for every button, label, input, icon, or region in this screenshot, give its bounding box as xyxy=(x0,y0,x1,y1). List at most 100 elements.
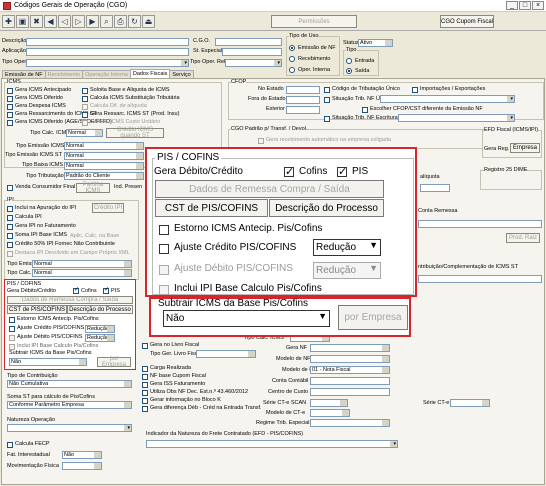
escolhe-cfop-checkbox[interactable] xyxy=(362,107,368,113)
gera-despesa-icms-checkbox[interactable] xyxy=(7,104,13,110)
calcula-dif-aliquota-checkbox[interactable] xyxy=(82,104,88,110)
sit-trib-nf-select[interactable]: ▾ xyxy=(380,95,515,103)
contribuicao-input[interactable] xyxy=(418,275,542,283)
centro-custo-input[interactable] xyxy=(310,388,390,396)
mini-ajuste-credito-select[interactable]: Redução xyxy=(85,325,115,333)
mini-estorno-checkbox[interactable] xyxy=(9,317,15,323)
prev-icon[interactable]: ◁ xyxy=(58,15,71,28)
cancel-icon[interactable]: ✖ xyxy=(30,15,43,28)
calcula-fecp-checkbox[interactable] xyxy=(7,442,13,448)
gera-bloco-checkbox[interactable] xyxy=(142,398,148,404)
destaca-ipi-checkbox[interactable] xyxy=(7,251,13,257)
soma-st-select[interactable]: Conforme Parâmetro Empresa xyxy=(7,401,132,409)
cofins-checkbox[interactable] xyxy=(284,165,294,178)
oper-interna-radio[interactable] xyxy=(289,67,295,73)
tipo-contrib-select[interactable]: Não Cumulativa xyxy=(7,380,132,388)
cgo-input[interactable] xyxy=(215,38,282,46)
permissoes-button[interactable]: Permissões xyxy=(271,15,357,28)
modelo-ct-select[interactable] xyxy=(310,409,350,417)
mini-pis-checkbox[interactable] xyxy=(103,287,109,294)
mini-cofins-checkbox[interactable] xyxy=(73,287,79,294)
mini-por-empresa-button[interactable]: por Empresa xyxy=(97,356,131,368)
ajuste-debito-checkbox[interactable] xyxy=(159,265,169,275)
tipo-tributacao-select[interactable]: Padrão do Cliente xyxy=(64,172,144,180)
estorno-checkbox[interactable] xyxy=(159,225,169,235)
tipo-emiss-ipi-select[interactable]: Normal xyxy=(32,260,132,268)
status-select[interactable]: Ativo xyxy=(358,39,393,47)
sit-trib-recup-select[interactable]: ▾ xyxy=(398,114,515,122)
entrada-radio[interactable] xyxy=(346,58,352,64)
cfop-no-estado-input[interactable] xyxy=(286,86,320,94)
gera-ressarcimento-checkbox[interactable] xyxy=(7,112,13,118)
venda-consumidor-checkbox[interactable] xyxy=(7,185,13,191)
calcula-ipi-checkbox[interactable] xyxy=(7,215,13,221)
soma-ipi-base-checkbox[interactable] xyxy=(7,233,13,239)
tipo-livro-select[interactable] xyxy=(196,350,256,358)
saida-radio[interactable] xyxy=(346,68,352,74)
inclui-ipi-checkbox[interactable] xyxy=(159,285,169,295)
close-button[interactable]: × xyxy=(532,1,544,10)
tipo-emissao-icms-select[interactable]: Normal xyxy=(64,142,144,150)
tipo-calc-icms-select[interactable]: Normal xyxy=(66,129,103,137)
tab-dados-fiscais[interactable]: Dados Fiscais xyxy=(129,69,171,78)
mini-ajuste-debito-checkbox[interactable] xyxy=(9,335,15,341)
import-export-checkbox[interactable] xyxy=(412,87,418,93)
tipo-oper-select[interactable]: ▾ xyxy=(26,59,189,67)
exit-icon[interactable]: ⏏ xyxy=(142,15,155,28)
sit-trib-nf-checkbox[interactable] xyxy=(324,97,330,103)
serie-ct-select[interactable] xyxy=(450,399,490,407)
fat-interestadual-select[interactable]: Não xyxy=(62,451,102,459)
tipo-baixa-icms-select[interactable]: Normal xyxy=(64,162,144,170)
gera-ipi-faturamento-checkbox[interactable] xyxy=(7,224,13,230)
cfop-exterior-input[interactable] xyxy=(286,106,320,114)
utiliza-obs-checkbox[interactable] xyxy=(142,390,148,396)
gera-icms-diferido-checkbox[interactable] xyxy=(7,96,13,102)
partilha-icms-button[interactable]: Partilha ICMS xyxy=(76,182,110,194)
recebimento-radio[interactable] xyxy=(289,56,295,62)
tipo-oper-rel-select[interactable]: ▾ xyxy=(225,59,282,67)
refresh-icon[interactable]: ↻ xyxy=(128,15,141,28)
dados-remessa-button[interactable]: Dados de Remessa Compra / Saída xyxy=(155,180,384,198)
nf-cupom-checkbox[interactable] xyxy=(142,374,148,380)
regime-select[interactable] xyxy=(310,419,390,427)
gera-icms-antecipado-checkbox[interactable] xyxy=(7,88,13,94)
calcula-icms-st-checkbox[interactable] xyxy=(82,96,88,102)
prod-raiz-button[interactable]: Prod. Raiz xyxy=(506,233,540,243)
print-icon[interactable]: ⎙ xyxy=(114,15,127,28)
modelo-nf-2-select[interactable] xyxy=(310,355,390,363)
inclui-apuracao-ipi-checkbox[interactable] xyxy=(7,206,13,212)
cgo-cupom-button[interactable]: CGO Cupom Fiscal xyxy=(440,15,494,28)
next-icon[interactable]: ▷ xyxy=(72,15,85,28)
indicador-select[interactable]: ▾ xyxy=(146,440,398,448)
maximize-button[interactable]: □ xyxy=(519,1,531,10)
ajuste-credito-checkbox[interactable] xyxy=(159,244,169,254)
codigo-tributacao-checkbox[interactable] xyxy=(324,87,330,93)
cst-pis-cofins-button[interactable]: CST de PIS/COFINS xyxy=(155,199,268,217)
last-icon[interactable]: ▶ xyxy=(86,15,99,28)
minimize-button[interactable]: _ xyxy=(506,1,518,10)
carga-realizada-checkbox[interactable] xyxy=(142,366,148,372)
aplicacao-input[interactable] xyxy=(26,48,189,56)
subtrair-icms-select[interactable]: Não ▼ xyxy=(163,310,330,327)
credito-50-checkbox[interactable] xyxy=(7,242,13,248)
mini-descricao-button[interactable]: Descrição do Processo xyxy=(67,305,133,314)
mini-dados-remessa-button[interactable]: Dados de Remessa Compra / Saída xyxy=(7,296,133,304)
save-icon[interactable]: ▣ xyxy=(16,15,29,28)
gera-receb-checkbox[interactable] xyxy=(258,138,264,144)
gera-ressarc-prod-checkbox[interactable] xyxy=(82,112,88,118)
natureza-operacao-select[interactable]: ▾ xyxy=(7,424,132,432)
consid-icms-custo-checkbox[interactable] xyxy=(82,120,88,126)
cfop-fora-estado-input[interactable] xyxy=(286,96,320,104)
tipo-emissao-icms-st-select[interactable]: Normal xyxy=(64,152,144,160)
serie-scan-select[interactable] xyxy=(310,399,348,407)
tipo-calc-ipi-select[interactable]: Normal xyxy=(32,269,132,277)
aliquota-input[interactable] xyxy=(420,184,450,192)
mini-ajuste-credito-checkbox[interactable] xyxy=(9,326,15,332)
mini-subtrair-select[interactable]: Não xyxy=(9,358,87,366)
conta-remessa-input[interactable] xyxy=(418,220,542,228)
credito-ipi-button[interactable]: Crédito IPI xyxy=(92,203,124,213)
st-especial-input[interactable] xyxy=(222,48,282,56)
conta-contabil-input[interactable] xyxy=(310,377,390,385)
gera-livro-checkbox[interactable] xyxy=(142,343,148,349)
soloita-base-checkbox[interactable] xyxy=(82,88,88,94)
